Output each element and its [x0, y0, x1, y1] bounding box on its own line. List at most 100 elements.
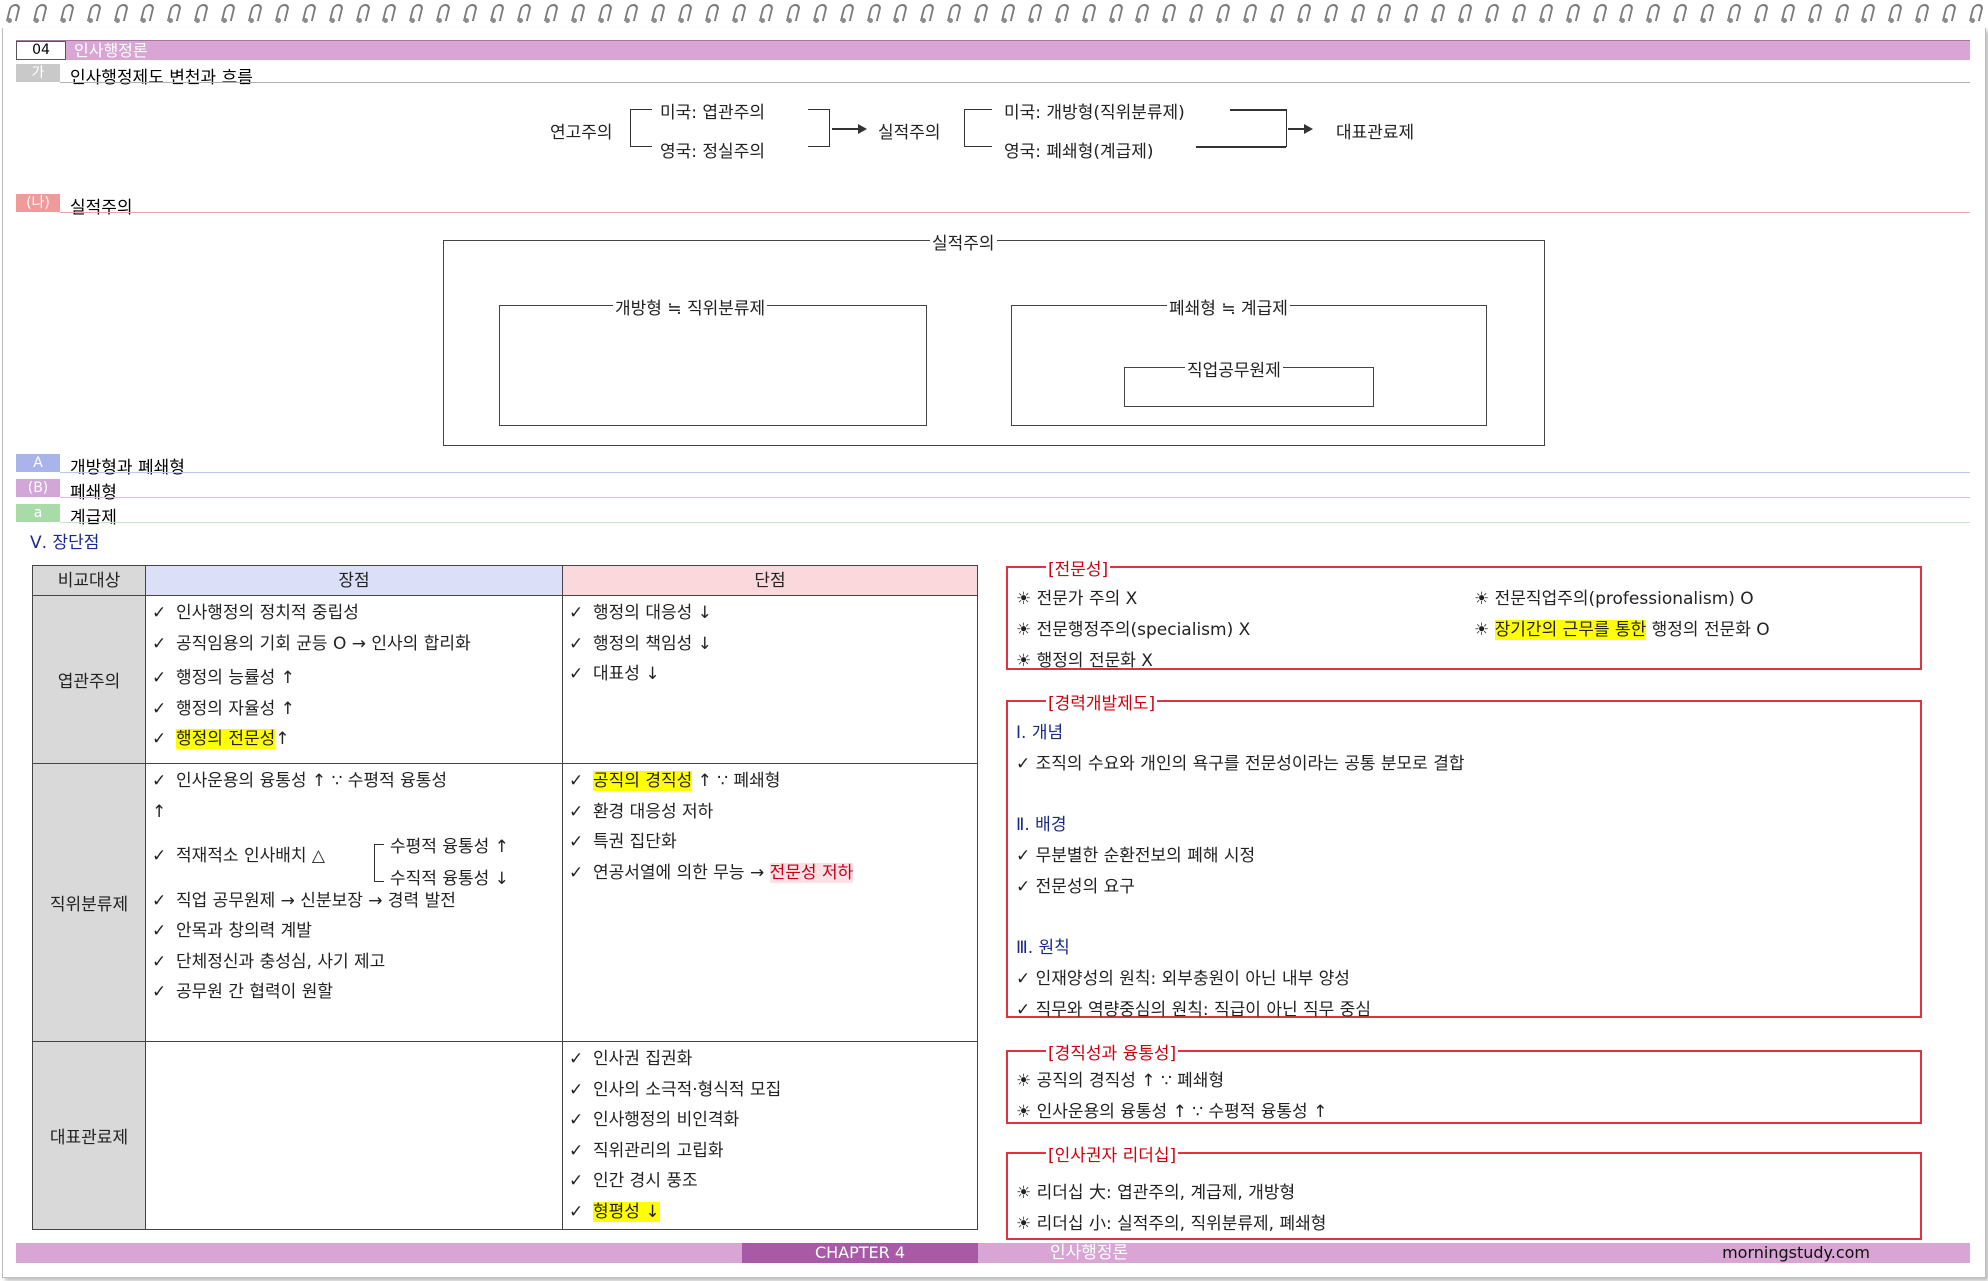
section-b-tag: (B): [16, 479, 60, 497]
list-item: ✓ 행정의 능률성 ↑: [152, 668, 295, 688]
spiral-ring: [1781, 4, 1793, 24]
leadership-box: [인사권자 리더십] ☀ 리더십 大: 엽관주의, 계급제, 개방형 ☀ 리더십…: [1006, 1141, 1922, 1240]
career-title: [경력개발제도]: [1046, 689, 1158, 714]
spiral-ring: [1700, 4, 1712, 24]
spiral-ring: [1619, 4, 1631, 24]
spiral-ring: [1888, 4, 1900, 24]
open-system-box: 개방형 ≒ 직위분류제: [499, 294, 927, 426]
spiral-ring: [302, 4, 314, 24]
list-item: ✓ 특권 집단화: [569, 832, 677, 852]
spiral-ring: [382, 4, 394, 24]
career-c3a: ✓ 인재양성의 원칙: 외부충원이 아닌 내부 양성: [1016, 969, 1350, 989]
spiral-ring: [194, 4, 206, 24]
list-item: ✓ 행정의 대응성 ↓: [569, 603, 712, 623]
sun-icon: ☀: [1016, 1102, 1032, 1122]
spiral-ring: [920, 4, 932, 24]
spiral-ring: [678, 4, 690, 24]
rigidity-line-1: ☀ 공직의 경직성 ↑ ∵ 폐쇄형: [1016, 1071, 1225, 1091]
sun-icon: ☀: [1016, 651, 1032, 671]
spiral-ring: [490, 4, 502, 24]
spiral-ring: [705, 4, 717, 24]
list-item: ✓ 인사행정의 비인격화: [569, 1110, 740, 1130]
expertise-box: [전문성] ☀ 전문가 주의 X ☀ 전문행정주의(specialism) X …: [1006, 555, 1922, 671]
spiral-ring: [221, 4, 233, 24]
career-c3b: ✓ 직무와 역량중심의 원칙: 직급이 아닌 직무 중심: [1016, 1000, 1371, 1020]
closed-system-box: 폐쇄형 ≒ 계급제 직업공무원제: [1011, 294, 1487, 426]
flow-bracket-right-2: [1286, 109, 1287, 147]
list-item: ✓ 인사운용의 융통성 ↑ ∵ 수평적 융통성: [152, 771, 448, 791]
flow-bracket-left-2: [964, 109, 992, 147]
section-b-title: 폐쇄형: [70, 483, 117, 503]
section-c-underline: [60, 522, 1970, 523]
row-label-position: 직위분류제: [32, 763, 146, 1042]
pros-cons-heading: Ⅴ. 장단점: [30, 533, 100, 553]
flow-arrow-line-1: [832, 128, 859, 130]
spiral-ring: [1646, 4, 1658, 24]
flow-uk-patronage: 영국: 정실주의: [660, 142, 765, 162]
footer-chapter: CHAPTER 4: [742, 1243, 978, 1263]
spiral-ring: [947, 4, 959, 24]
spiral-ring: [1297, 4, 1309, 24]
spiral-ring: [33, 4, 45, 24]
spiral-ring: [1216, 4, 1228, 24]
flow-arrow-line-2: [1288, 128, 1305, 130]
expertise-left-2: ☀ 전문행정주의(specialism) X: [1016, 620, 1251, 640]
spiral-ring: [1485, 4, 1497, 24]
career-civil-service-box: 직업공무원제: [1124, 356, 1374, 407]
list-item: ✓ 환경 대응성 저하: [569, 801, 714, 822]
section-b-underline: [60, 497, 1970, 498]
pros-cell-position: ✓ 인사운용의 융통성 ↑ ∵ 수평적 융통성 ↑ ✓ 적재적소 인사배치 △ 수평…: [145, 763, 563, 1042]
sun-icon: ☀: [1474, 589, 1490, 609]
header-category: 비교대상: [32, 565, 146, 596]
section-c-title: 계급제: [70, 508, 117, 528]
career-c2b: ✓ 전문성의 요구: [1016, 877, 1135, 897]
row-label-patronage: 엽관주의: [32, 595, 146, 764]
sun-icon: ☀: [1016, 1214, 1032, 1234]
section-na-tag: (나): [16, 194, 60, 212]
section-c-heading: a 계급제: [16, 504, 1970, 528]
spiral-ring: [1135, 4, 1147, 24]
flow-bottom-line: [1196, 146, 1286, 148]
closed-system-label: 폐쇄형 ≒ 계급제: [1167, 294, 1290, 319]
flow-arrow-head-2: [1304, 124, 1313, 134]
expertise-left-3: ☀ 행정의 전문화 X: [1016, 651, 1153, 671]
list-item: ↑: [152, 801, 167, 822]
footer-site: morningstudy.com: [1722, 1243, 1870, 1262]
spiral-ring: [1324, 4, 1336, 24]
spiral-ring: [1270, 4, 1282, 24]
spiral-ring: [140, 4, 152, 24]
spiral-ring: [893, 4, 905, 24]
career-civil-service-label: 직업공무원제: [1185, 356, 1283, 381]
branch-horizontal: 수평적 융통성 ↑: [390, 837, 509, 857]
spiral-ring: [1001, 4, 1013, 24]
section-ga-underline: [60, 82, 1970, 83]
spiral-ring: [786, 4, 798, 24]
spiral-ring: [1404, 4, 1416, 24]
header-pros: 장점: [145, 565, 563, 596]
spiral-ring: [1512, 4, 1524, 24]
spiral-ring: [275, 4, 287, 24]
expertise-right-2: ☀ 장기간의 근무를 통한 행정의 전문화 O: [1474, 620, 1770, 640]
section-na-title: 실적주의: [70, 198, 133, 218]
section-a-underline: [60, 472, 1970, 473]
spiral-ring: [651, 4, 663, 24]
rigidity-title: [경직성과 융통성]: [1046, 1039, 1179, 1064]
list-item: ✓ 행정의 전문성↑: [152, 729, 290, 749]
spiral-ring: [114, 4, 126, 24]
spiral-ring: [1082, 4, 1094, 24]
spiral-ring: [1431, 4, 1443, 24]
spiral-ring: [517, 4, 529, 24]
spiral-ring: [1458, 4, 1470, 24]
spiral-binding: [0, 0, 1988, 30]
table-header-row: 비교대상 장점 단점: [32, 565, 978, 596]
spiral-ring: [1055, 4, 1067, 24]
flow-arrow-head-1: [858, 124, 867, 134]
list-item: ✓ 단체정신과 충성심, 사기 제고: [152, 951, 386, 972]
spiral-ring: [1109, 4, 1121, 24]
list-item: ✓ 행정의 자율성 ↑: [152, 698, 295, 719]
career-c2a: ✓ 무분별한 순환전보의 폐해 시정: [1016, 846, 1256, 866]
spiral-ring: [1566, 4, 1578, 24]
spiral-ring: [813, 4, 825, 24]
workbook-page: 04 인사행정론 가 인사행정제도 변천과 흐름 연고주의 미국: 엽관주의 영…: [0, 0, 1988, 1281]
merit-outer-label: 실적주의: [930, 229, 997, 254]
